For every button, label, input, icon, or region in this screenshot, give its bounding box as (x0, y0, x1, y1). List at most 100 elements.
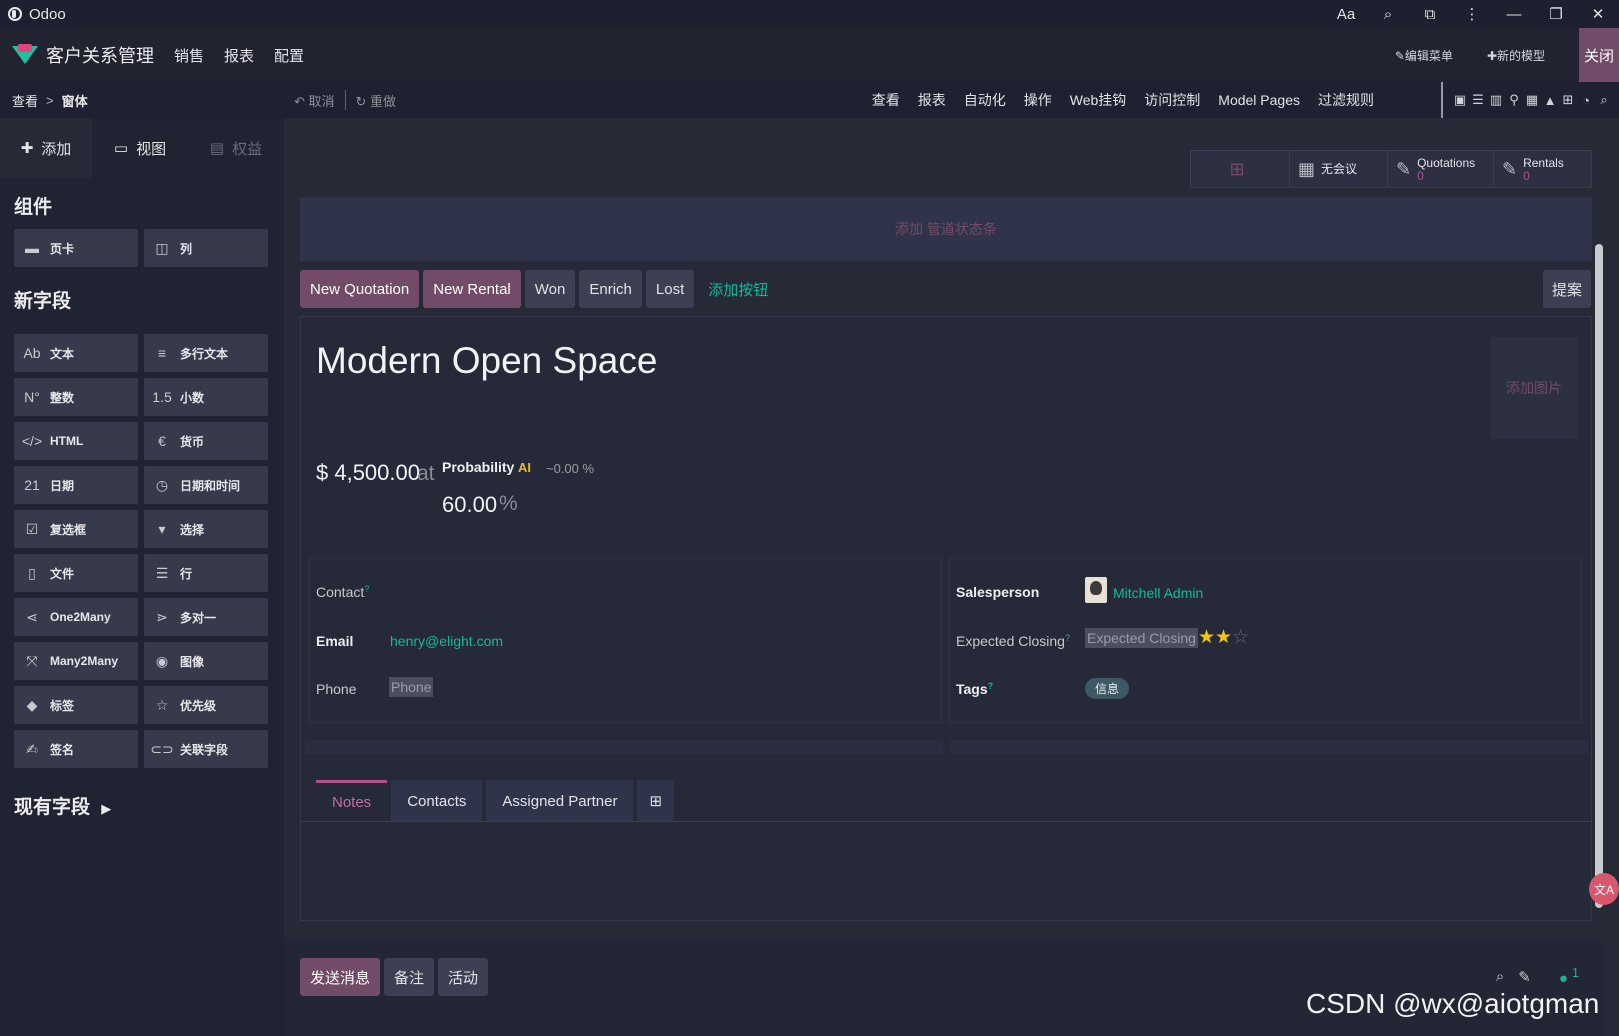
probability-value[interactable]: 60.00 (442, 492, 497, 518)
salesperson-value[interactable]: Mitchell Admin (1113, 585, 1203, 601)
tab-contacts[interactable]: Contacts (391, 780, 483, 822)
add-tab-button[interactable]: ⊞ (637, 780, 675, 822)
new-quotation-button[interactable]: New Quotation (300, 270, 420, 308)
menu-config[interactable]: 配置 (274, 45, 304, 66)
new-field-item-10[interactable]: ▯ 文件 (14, 554, 138, 592)
zoom-icon[interactable]: ⌕ (1367, 0, 1409, 28)
tab-notes[interactable]: Notes (316, 780, 388, 822)
new-field-item-8[interactable]: ☑ 复选框 (14, 510, 138, 548)
kanban-view-icon[interactable]: ▥ (1487, 92, 1505, 107)
new-field-item-18[interactable]: ✍ 签名 (14, 730, 138, 768)
new-field-item-14[interactable]: ⤧ Many2Many (14, 642, 138, 680)
new-field-item-9[interactable]: ▾ 选择 (144, 510, 268, 548)
new-model-button[interactable]: ✚新的模型 (1487, 47, 1545, 64)
search-view-icon[interactable]: ⌕ (1595, 92, 1613, 107)
new-field-item-6[interactable]: 21 日期 (14, 466, 138, 504)
studio-menu-automation[interactable]: 自动化 (964, 90, 1006, 110)
studio-menu-filter-rules[interactable]: 过滤规则 (1318, 90, 1374, 110)
extensions-icon[interactable]: ⧉ (1409, 0, 1451, 28)
new-field-item-16[interactable]: ◆ 标签 (14, 686, 138, 724)
studio-menu-actions[interactable]: 操作 (1024, 90, 1052, 110)
help-icon: ? (987, 681, 994, 691)
new-field-item-1[interactable]: ≡ 多行文本 (144, 334, 268, 372)
tab-add[interactable]: ✚ 添加 (0, 118, 92, 178)
new-field-item-0[interactable]: Ab 文本 (14, 334, 138, 372)
email-value[interactable]: henry@elight.com (390, 633, 503, 649)
tab-assigned-partner[interactable]: Assigned Partner (486, 780, 634, 822)
proposal-status[interactable]: 提案 (1543, 270, 1591, 308)
tab-rights[interactable]: ▤ 权益 (188, 118, 284, 178)
component-item-0[interactable]: ▬ 页卡 (14, 229, 138, 267)
star-filled-icon[interactable]: ★ (1215, 627, 1232, 648)
enrich-button[interactable]: Enrich (579, 270, 642, 308)
add-pipeline-statusbar[interactable]: 添加 管道状态条 (300, 197, 1592, 261)
new-field-item-3[interactable]: 1.5 小数 (144, 378, 268, 416)
add-smart-button[interactable]: ⊞ (1191, 151, 1289, 187)
record-title[interactable]: Modern Open Space (316, 340, 657, 382)
list-view-icon[interactable]: ☰ (1469, 92, 1487, 107)
component-item-1[interactable]: ◫ 列 (144, 229, 268, 267)
new-field-item-5[interactable]: € 货币 (144, 422, 268, 460)
translate-icon[interactable]: Aa (1325, 0, 1367, 28)
new-rental-button[interactable]: New Rental (423, 270, 521, 308)
menu-reports[interactable]: 报表 (224, 45, 254, 66)
new-field-item-4[interactable]: </> HTML (14, 422, 138, 460)
menu-sales[interactable]: 销售 (174, 45, 204, 66)
pivot-view-icon[interactable]: ⊞ (1559, 92, 1577, 107)
studio-menu-model-pages[interactable]: Model Pages (1218, 92, 1300, 108)
add-button-link[interactable]: 添加按钮 (698, 270, 778, 308)
new-field-item-2[interactable]: N° 整数 (14, 378, 138, 416)
minimize-button[interactable]: — (1493, 0, 1535, 28)
new-field-item-7[interactable]: ◷ 日期和时间 (144, 466, 268, 504)
activity-button[interactable]: 活动 (438, 958, 489, 996)
star-filled-icon[interactable]: ★ (1198, 627, 1215, 648)
redo-button[interactable]: ↻ 重做 (356, 91, 397, 110)
new-field-item-13[interactable]: ⋗ 多对一 (144, 598, 268, 636)
paperclip-icon[interactable]: ✎ (1518, 968, 1531, 986)
tab-view[interactable]: ▭ 视图 (92, 118, 188, 178)
form-view-icon[interactable]: ▣ (1451, 92, 1469, 107)
rentals-smart-button[interactable]: ✎ Rentals 0 (1493, 151, 1591, 187)
lost-button[interactable]: Lost (645, 270, 695, 308)
new-field-item-12[interactable]: ⋖ One2Many (14, 598, 138, 636)
calendar-view-icon[interactable]: ▦ (1523, 92, 1541, 107)
studio-menu-views[interactable]: 查看 (872, 90, 900, 110)
studio-menu-reports[interactable]: 报表 (918, 90, 946, 110)
translate-fab[interactable]: 文A (1589, 873, 1619, 905)
empty-group-left[interactable] (305, 740, 943, 754)
log-note-button[interactable]: 备注 (384, 958, 435, 996)
followers-button[interactable]: ● 1 (1545, 966, 1579, 987)
map-view-icon[interactable]: ⚲ (1505, 92, 1523, 107)
expected-closing-field[interactable]: Expected Closing (1085, 628, 1198, 648)
new-field-item-15[interactable]: ◉ 图像 (144, 642, 268, 680)
new-field-item-11[interactable]: ☰ 行 (144, 554, 268, 592)
expected-revenue[interactable]: $ 4,500.00 (316, 460, 420, 486)
new-field-item-19[interactable]: ⊂⊃ 关联字段 (144, 730, 268, 768)
form-scrollbar[interactable] (1595, 244, 1603, 908)
studio-menu-access[interactable]: 访问控制 (1144, 90, 1200, 110)
priority-widget[interactable]: ★★☆ (1198, 626, 1249, 649)
activity-view-icon[interactable]: ◔ (1577, 93, 1595, 108)
undo-button[interactable]: ↶ 取消 (294, 91, 335, 110)
empty-group-right[interactable] (950, 740, 1588, 754)
breadcrumb-view[interactable]: 查看 (12, 91, 38, 110)
won-button[interactable]: Won (524, 270, 576, 308)
app-brand[interactable]: 客户关系管理 (46, 42, 154, 68)
star-empty-icon[interactable]: ☆ (1232, 627, 1249, 648)
quotations-smart-button[interactable]: ✎ Quotations 0 (1387, 151, 1493, 187)
studio-menu-webhooks[interactable]: Web挂钩 (1070, 90, 1127, 110)
meetings-smart-button[interactable]: ▦ 无会议 (1289, 151, 1387, 187)
more-menu-icon[interactable]: ⋮ (1451, 0, 1493, 28)
phone-field[interactable]: Phone (389, 677, 434, 697)
close-window-button[interactable]: ✕ (1577, 0, 1619, 28)
close-studio-button[interactable]: 关闭 (1579, 28, 1619, 82)
tag-badge[interactable]: 信息 (1085, 678, 1130, 699)
restore-button[interactable]: ❐ (1535, 0, 1577, 28)
send-message-button[interactable]: 发送消息 (300, 958, 381, 996)
edit-menu-button[interactable]: ✎编辑菜单 (1395, 47, 1453, 64)
search-icon[interactable]: ⌕ (1496, 968, 1504, 985)
new-field-item-17[interactable]: ☆ 优先级 (144, 686, 268, 724)
add-image-placeholder[interactable]: 添加图片 (1491, 337, 1577, 439)
existing-fields-toggle[interactable]: 现有字段 ▶ (14, 792, 111, 819)
graph-view-icon[interactable]: ▲ (1541, 93, 1559, 108)
